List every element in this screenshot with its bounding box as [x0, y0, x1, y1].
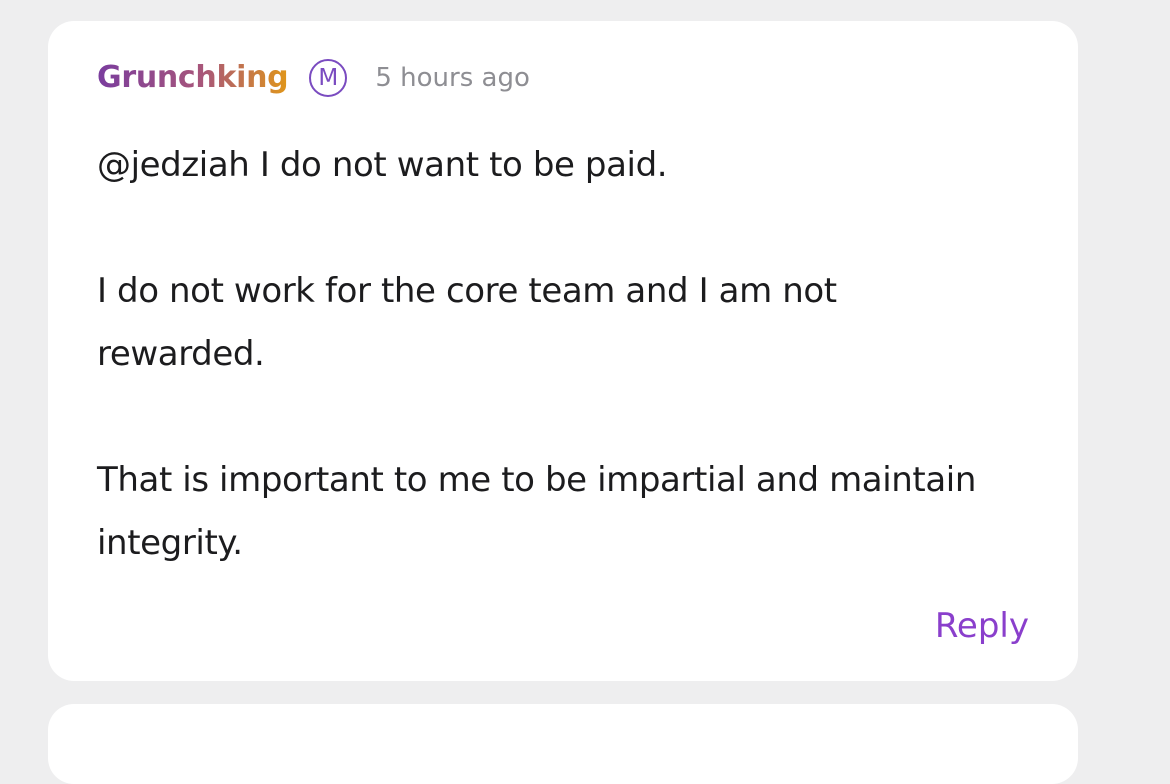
comment-paragraph: I do not work for the core team and I am…	[97, 271, 837, 374]
comment-paragraph: @jedziah I do not want to be paid.	[97, 145, 668, 185]
comment-card: Grunchking M 5 hours ago @jedziah I do n…	[48, 21, 1078, 681]
moderator-badge-icon: M	[309, 59, 348, 97]
comment-body: @jedziah I do not want to be paid. I do …	[97, 134, 997, 575]
reply-button[interactable]: Reply	[935, 602, 1029, 650]
comment-timestamp: 5 hours ago	[375, 63, 530, 93]
comment-paragraph: That is important to me to be impartial …	[97, 460, 976, 563]
author-username[interactable]: Grunchking	[97, 57, 289, 99]
next-comment-card	[48, 704, 1078, 784]
comment-header: Grunchking M 5 hours ago	[97, 57, 530, 99]
